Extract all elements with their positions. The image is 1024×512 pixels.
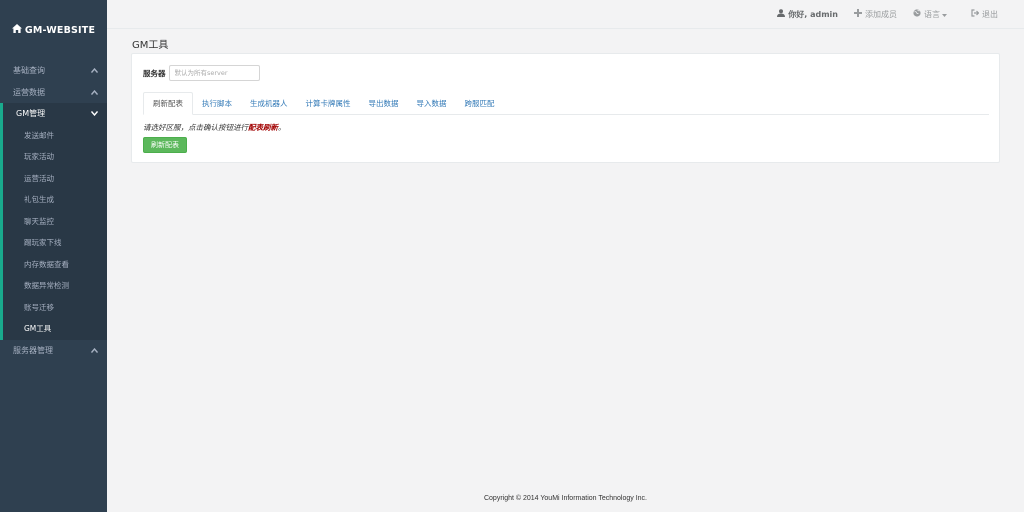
sidebar-item-gm-tools[interactable]: GM工具	[3, 318, 107, 340]
globe-icon	[913, 8, 921, 20]
greeting-text: 你好, admin	[788, 9, 838, 19]
hint-emphasis: 配表刷新	[248, 123, 278, 132]
sidebar-item-send-mail[interactable]: 发送邮件	[3, 125, 107, 147]
sidebar-item-label: 踢玩家下线	[24, 238, 62, 248]
logout-link[interactable]: 退出	[971, 8, 998, 20]
tool-tabs: 刷新配表 执行脚本 生成机器人 计算卡牌属性 导出数据 导入数据 跨服匹配	[143, 92, 989, 115]
instruction-hint: 请选好区服，点击确认按钮进行配表刷新。	[143, 122, 286, 133]
sidebar-item-operation-data[interactable]: 运营数据	[0, 82, 107, 104]
language-dropdown[interactable]: 语言	[913, 8, 947, 20]
sidebar-item-label: 礼包生成	[24, 195, 54, 205]
sidebar-item-label: 数据异常检测	[24, 281, 69, 291]
sidebar-item-kick-player[interactable]: 踢玩家下线	[3, 232, 107, 254]
server-row: 服务器	[143, 65, 260, 81]
tab-calc-card-attr[interactable]: 计算卡牌属性	[297, 92, 360, 114]
language-label: 语言	[924, 9, 940, 19]
tab-refresh-config[interactable]: 刷新配表	[143, 92, 193, 115]
sidebar-item-label: 服务器管理	[13, 345, 53, 355]
sidebar-item-gm-management[interactable]: GM管理	[0, 103, 107, 125]
sidebar-item-memory-data[interactable]: 内存数据查看	[3, 254, 107, 276]
caret-down-icon	[942, 10, 947, 19]
page-title: GM工具	[132, 40, 169, 51]
server-label: 服务器	[143, 68, 166, 78]
sidebar-item-label: 发送邮件	[24, 130, 54, 140]
sidebar-item-server-management[interactable]: 服务器管理	[0, 340, 107, 362]
sidebar-item-label: 运营数据	[13, 87, 45, 97]
add-member-link[interactable]: 添加成员	[854, 8, 897, 20]
tab-execute-script[interactable]: 执行脚本	[193, 92, 241, 114]
add-member-label: 添加成员	[865, 9, 897, 19]
chevron-up-icon	[90, 88, 99, 97]
sidebar-item-account-migrate[interactable]: 账号迁移	[3, 297, 107, 319]
sidebar-item-player-activity[interactable]: 玩家活动	[3, 146, 107, 168]
tab-cross-server-match[interactable]: 跨服匹配	[456, 92, 504, 114]
plus-icon	[854, 8, 862, 20]
chevron-up-icon	[90, 66, 99, 75]
sidebar-item-label: 账号迁移	[24, 302, 54, 312]
top-navbar: 你好, admin 添加成员 语言 退出	[107, 0, 1024, 29]
gm-tools-panel: 服务器 刷新配表 执行脚本 生成机器人 计算卡牌属性 导出数据 导入数据 跨服匹…	[131, 53, 1000, 163]
sidebar-item-label: GM管理	[16, 109, 46, 119]
sidebar-item-label: 玩家活动	[24, 152, 54, 162]
sidebar-item-label: 内存数据查看	[24, 259, 69, 269]
chevron-down-icon	[90, 109, 99, 118]
brand-title: GM-WEBSITE	[24, 24, 96, 36]
tab-generate-robot[interactable]: 生成机器人	[241, 92, 297, 114]
brand[interactable]: GM-WEBSITE	[0, 0, 107, 60]
logout-icon	[971, 8, 980, 20]
sidebar-item-chat-monitor[interactable]: 聊天监控	[3, 211, 107, 233]
sidebar-item-label: 聊天监控	[24, 216, 54, 226]
sidebar-item-label: 基础查询	[13, 66, 45, 76]
tab-import-data[interactable]: 导入数据	[408, 92, 456, 114]
sidebar: GM-WEBSITE 基础查询 运营数据 GM管理 发送邮件 玩家活动 运营活动…	[0, 0, 107, 512]
hint-suffix: 。	[278, 123, 286, 132]
sidebar-item-operation-activity[interactable]: 运营活动	[3, 168, 107, 190]
sidebar-item-data-anomaly[interactable]: 数据异常检测	[3, 275, 107, 297]
sidebar-nav: 基础查询 运营数据 GM管理 发送邮件 玩家活动 运营活动 礼包生成 聊天监控 …	[0, 60, 107, 361]
logout-label: 退出	[982, 9, 998, 19]
user-icon	[777, 8, 786, 20]
sidebar-item-gift-generate[interactable]: 礼包生成	[3, 189, 107, 211]
chevron-up-icon	[90, 346, 99, 355]
home-icon	[11, 24, 22, 36]
refresh-config-button[interactable]: 刷新配表	[143, 137, 187, 153]
server-input[interactable]	[168, 65, 260, 81]
user-greeting[interactable]: 你好, admin	[777, 8, 838, 20]
sidebar-item-basic-query[interactable]: 基础查询	[0, 60, 107, 82]
gm-submenu: 发送邮件 玩家活动 运营活动 礼包生成 聊天监控 踢玩家下线 内存数据查看 数据…	[0, 124, 107, 340]
sidebar-item-label: 运营活动	[24, 173, 54, 183]
footer-copyright: Copyright © 2014 YouMi Information Techn…	[483, 495, 648, 502]
hint-prefix: 请选好区服，点击确认按钮进行	[143, 123, 248, 132]
sidebar-item-label: GM工具	[24, 324, 52, 334]
tab-export-data[interactable]: 导出数据	[360, 92, 408, 114]
